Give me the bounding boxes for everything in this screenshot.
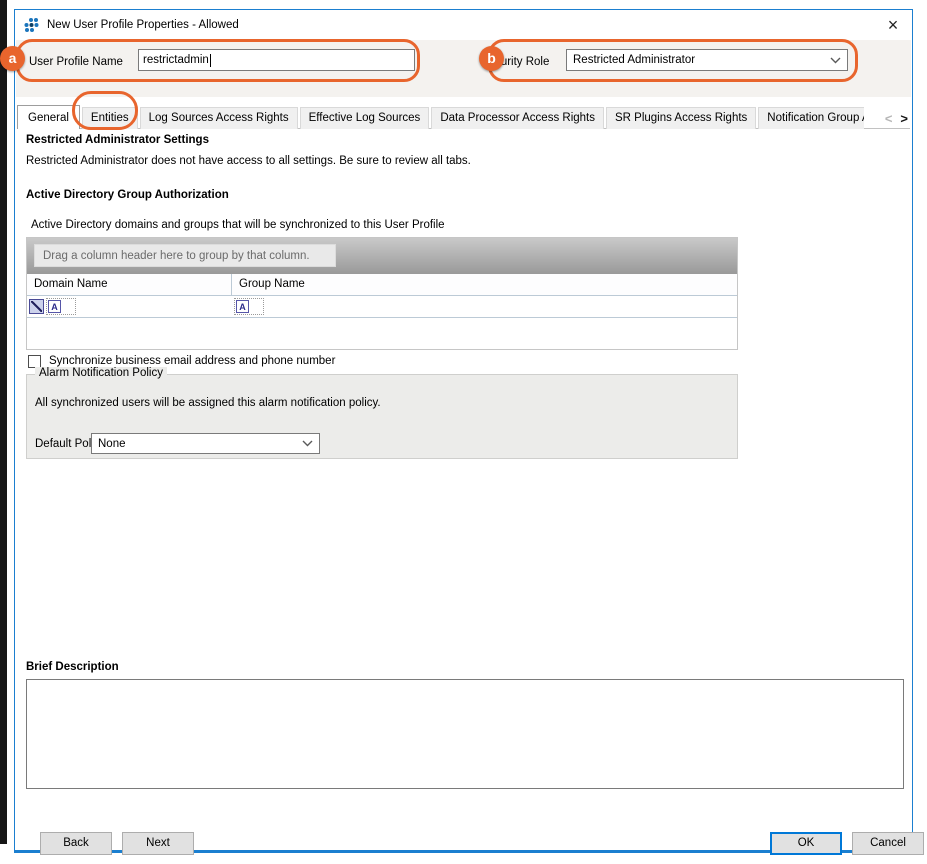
column-header-group-name[interactable]: Group Name [232,274,737,295]
tab-scroll-left-icon[interactable]: < [885,111,893,126]
default-policy-dropdown[interactable]: None [91,433,320,454]
column-header-domain-name[interactable]: Domain Name [27,274,232,295]
security-role-dropdown[interactable]: Restricted Administrator [566,49,848,71]
grid-filter-row: A A [27,296,737,318]
ok-button[interactable]: OK [770,832,842,855]
tab-notification-group-access-rights[interactable]: Notification Group Access Rights [758,107,864,129]
text-caret [210,54,211,67]
alarm-notification-policy-group: Alarm Notification Policy All synchroniz… [26,374,738,459]
sync-email-phone-label: Synchronize business email address and p… [49,355,335,367]
tab-general[interactable]: General [17,105,80,129]
tab-entities[interactable]: Entities [82,107,138,129]
tab-sr-plugins-access-rights[interactable]: SR Plugins Access Rights [606,107,756,129]
ad-grid-caption: Active Directory domains and groups that… [31,219,445,231]
background-strip [0,0,7,844]
filter-cell-domain-name[interactable]: A [27,296,232,317]
tab-scroll-buttons: < > [885,111,908,126]
grid-group-by-panel[interactable]: Drag a column header here to group by th… [27,238,737,274]
brief-description-textarea[interactable] [26,679,904,789]
ad-groups-grid: Drag a column header here to group by th… [26,237,738,350]
filter-marquee: A [46,298,76,315]
alarm-group-text: All synchronized users will be assigned … [35,397,381,409]
next-button[interactable]: Next [122,832,194,855]
tab-data-processor-access-rights[interactable]: Data Processor Access Rights [431,107,604,129]
tab-strip: General Entities Log Sources Access Righ… [17,102,910,129]
restricted-admin-settings-heading: Restricted Administrator Settings [26,134,209,146]
app-logo-icon [24,17,40,33]
user-profile-name-label: User Profile Name [29,56,123,68]
security-role-label: Security Role [481,56,549,68]
chevron-down-icon [302,440,313,447]
screenshot-root: New User Profile Properties - Allowed × … [0,0,927,864]
cancel-button[interactable]: Cancel [852,832,924,855]
title-bar: New User Profile Properties - Allowed × [15,10,912,40]
alarm-group-title: Alarm Notification Policy [35,367,167,379]
restricted-admin-settings-text: Restricted Administrator does not have a… [26,155,471,167]
user-profile-name-input[interactable]: restrictadmin [138,49,415,71]
user-profile-name-value: restrictadmin [143,54,209,66]
new-user-profile-dialog: New User Profile Properties - Allowed × … [14,9,913,853]
chevron-down-icon [830,57,841,64]
window-title: New User Profile Properties - Allowed [47,10,239,40]
header-band: User Profile Name restrictadmin Security… [16,40,911,97]
default-policy-value: None [98,438,126,450]
security-role-value: Restricted Administrator [573,54,695,66]
filter-marquee: A [234,298,264,315]
filter-text-type-icon[interactable]: A [236,300,249,313]
tab-effective-log-sources[interactable]: Effective Log Sources [300,107,430,129]
ad-group-authorization-heading: Active Directory Group Authorization [26,189,229,201]
filter-edit-slash-icon[interactable] [29,299,44,314]
tab-scroll-right-icon[interactable]: > [900,111,908,126]
filter-cell-group-name[interactable]: A [232,296,264,317]
tab-log-sources-access-rights[interactable]: Log Sources Access Rights [140,107,298,129]
brief-description-label: Brief Description [26,661,119,673]
close-icon[interactable]: × [880,12,906,38]
general-tab-page: Restricted Administrator Settings Restri… [17,129,910,802]
filter-text-type-icon[interactable]: A [48,300,61,313]
tabs-scroller: General Entities Log Sources Access Righ… [17,102,864,129]
back-button[interactable]: Back [40,832,112,855]
grid-column-headers: Domain Name Group Name [27,274,737,296]
grid-group-hint: Drag a column header here to group by th… [34,244,336,267]
